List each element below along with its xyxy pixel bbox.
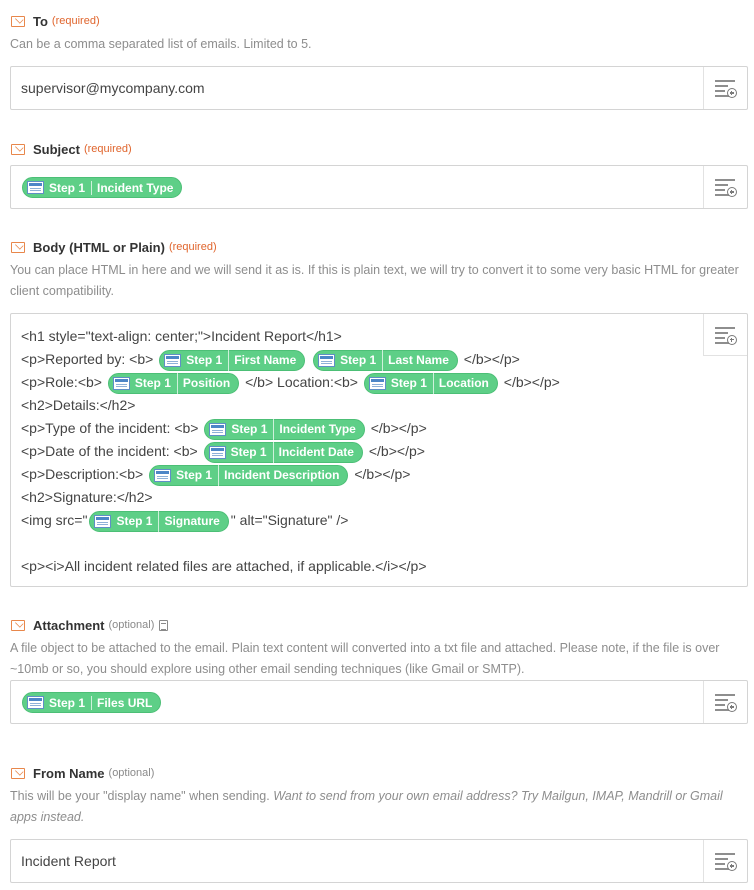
pill-name: Files URL xyxy=(97,695,153,710)
body-line-blank xyxy=(21,532,703,555)
mail-icon xyxy=(11,15,25,27)
field-pill[interactable]: Step 1 Files URL xyxy=(22,692,162,713)
subject-insert-field-button[interactable] xyxy=(703,166,747,208)
field-pill[interactable]: Step 1 Position xyxy=(107,371,240,395)
body-line: <p>Type of the incident: <b> Step 1 Incid… xyxy=(21,417,703,441)
subject-field: Subject (required) Step 1 Incident Type xyxy=(10,140,748,209)
to-insert-field-button[interactable] xyxy=(703,67,747,109)
pill-step: Step 1 xyxy=(49,695,93,710)
attachment-optional: (optional) xyxy=(108,619,155,631)
attachment-insert-field-button[interactable] xyxy=(703,681,747,723)
field-pill[interactable]: Step 1 Incident Description xyxy=(149,463,349,487)
to-field: To (required) Can be a comma separated l… xyxy=(10,12,748,110)
attachment-field: Attachment (optional) A file object to b… xyxy=(10,616,748,724)
field-pill[interactable]: Step 1 Last Name xyxy=(313,348,458,372)
field-pill[interactable]: Step 1 Incident Date xyxy=(203,440,363,464)
insert-field-icon xyxy=(714,80,737,98)
body-help: You can place HTML in here and we will s… xyxy=(10,263,739,298)
subject-label: Subject xyxy=(33,141,80,157)
subject-input[interactable]: Step 1 Incident Type xyxy=(10,165,748,209)
to-input[interactable]: supervisor@mycompany.com xyxy=(10,66,748,110)
body-line: <h2>Signature:</h2> xyxy=(21,489,153,505)
from-name-value: Incident Report xyxy=(21,853,116,869)
to-value: supervisor@mycompany.com xyxy=(21,80,205,96)
from-name-help: This will be your "display name" when se… xyxy=(10,789,723,824)
app-icon xyxy=(94,514,112,528)
from-name-insert-field-button[interactable] xyxy=(703,840,747,882)
app-icon xyxy=(368,376,386,390)
body-line: <p><i>All incident related files are att… xyxy=(21,558,427,574)
field-pill[interactable]: Step 1 Location xyxy=(363,371,498,395)
body-line: <p>Reported by: <b> Step 1 First Name Ste… xyxy=(21,348,703,372)
body-line: <h1 style="text-align: center;">Incident… xyxy=(21,328,342,344)
body-line: <p>Description:<b> Step 1 Incident Descri… xyxy=(21,463,703,487)
body-line: <h2>Details:</h2> xyxy=(21,397,136,413)
app-icon xyxy=(164,353,182,367)
from-name-label: From Name xyxy=(33,765,105,781)
app-icon xyxy=(112,376,130,390)
field-pill[interactable]: Step 1 Incident Type xyxy=(204,417,365,441)
body-line: <p>Role:<b> Step 1 Position </b> Location… xyxy=(21,371,703,395)
to-label: To xyxy=(33,13,48,29)
app-icon xyxy=(208,445,226,459)
mail-icon xyxy=(11,241,25,253)
field-pill[interactable]: Step 1 Incident Type xyxy=(22,177,183,198)
app-icon xyxy=(27,181,44,194)
field-pill[interactable]: Step 1 First Name xyxy=(159,348,306,372)
note-icon[interactable] xyxy=(159,619,169,631)
insert-field-icon xyxy=(714,326,737,345)
body-line: <p>Date of the incident: <b> Step 1 Incid… xyxy=(21,440,703,464)
from-name-optional: (optional) xyxy=(108,767,155,779)
attachment-label: Attachment xyxy=(33,617,105,633)
body-insert-field-button[interactable] xyxy=(703,314,747,356)
app-icon xyxy=(27,696,44,709)
body-field: Body (HTML or Plain) (required) You can … xyxy=(10,238,748,587)
field-pill[interactable]: Step 1 Signature xyxy=(89,509,229,533)
attachment-help: A file object to be attached to the emai… xyxy=(10,641,720,676)
body-input[interactable]: <h1 style="text-align: center;">Incident… xyxy=(10,313,748,587)
pill-name: Incident Type xyxy=(97,180,174,195)
app-icon xyxy=(318,353,336,367)
from-name-field: From Name (optional) This will be your "… xyxy=(10,764,748,883)
mail-icon xyxy=(11,143,25,155)
mail-icon xyxy=(11,767,25,779)
body-required: (required) xyxy=(168,241,217,253)
to-help: Can be a comma separated list of emails.… xyxy=(10,37,312,51)
insert-field-icon xyxy=(714,694,737,712)
pill-step: Step 1 xyxy=(49,180,93,195)
insert-field-icon xyxy=(714,853,737,871)
attachment-input[interactable]: Step 1 Files URL xyxy=(10,680,748,724)
to-required: (required) xyxy=(51,15,100,27)
body-label: Body (HTML or Plain) xyxy=(33,239,165,255)
subject-required: (required) xyxy=(83,143,132,155)
body-line: <img src=" Step 1 Signature " alt="Signatur… xyxy=(21,509,703,533)
app-icon xyxy=(209,422,227,436)
from-name-input[interactable]: Incident Report xyxy=(10,839,748,883)
insert-field-icon xyxy=(714,179,737,197)
mail-icon xyxy=(11,619,25,631)
app-icon xyxy=(154,468,172,482)
